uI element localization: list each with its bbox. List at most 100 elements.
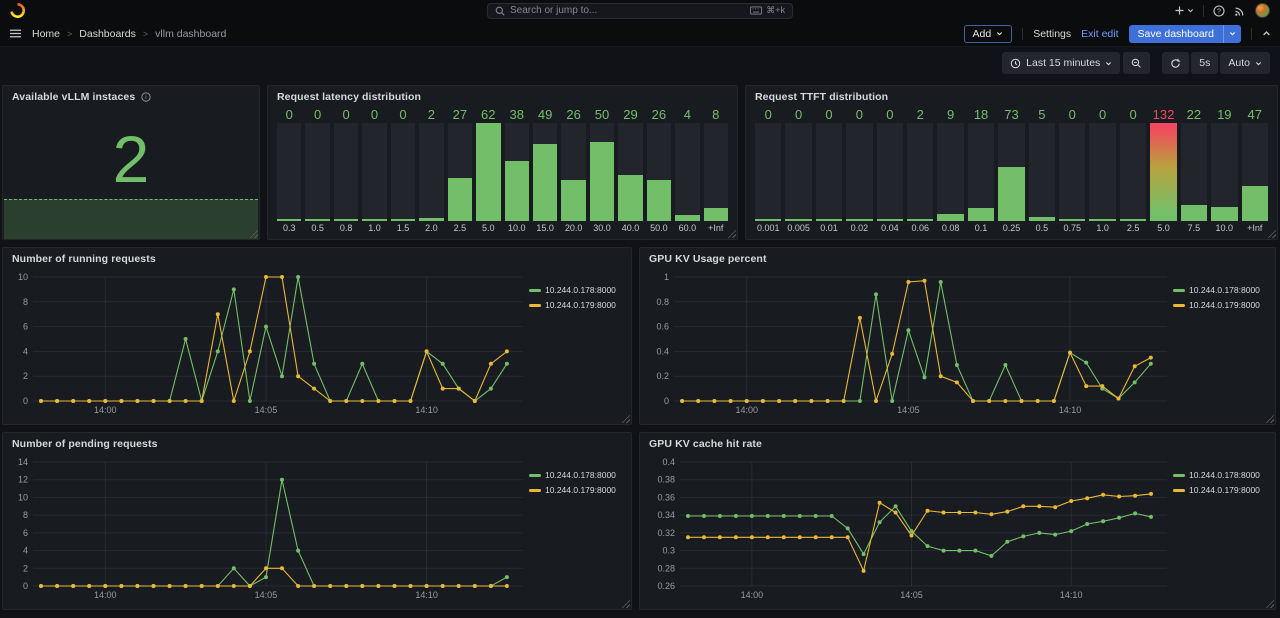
panel-title[interactable]: Number of running requests — [12, 253, 156, 265]
news-button[interactable] — [1234, 5, 1246, 17]
y-tick-label: 0.3 — [662, 546, 675, 556]
add-button[interactable]: Add — [964, 25, 1013, 43]
legend-label: 10.244.0.178:8000 — [1189, 470, 1260, 480]
bar-category-label: 1.0 — [1089, 221, 1115, 234]
data-point — [942, 511, 946, 515]
breadcrumb-dashboards[interactable]: Dashboards — [79, 28, 136, 40]
bar-category-label: 10.0 — [1211, 221, 1237, 234]
exit-edit-button[interactable]: Exit edit — [1081, 28, 1118, 40]
bar-track — [419, 123, 443, 221]
panel-title[interactable]: Request TTFT distribution — [755, 91, 888, 103]
data-point — [168, 399, 172, 403]
help-button[interactable]: ? — [1213, 5, 1225, 17]
bar-fill — [755, 219, 781, 221]
bar-track — [647, 123, 671, 221]
data-point — [1036, 399, 1040, 403]
menu-toggle-button[interactable] — [9, 27, 22, 40]
bar-category-label: 0.08 — [937, 221, 963, 234]
x-tick-label: 14:00 — [94, 590, 117, 600]
new-menu-button[interactable] — [1174, 5, 1194, 16]
breadcrumb-home[interactable]: Home — [32, 28, 60, 40]
info-icon[interactable]: i — [141, 92, 151, 102]
data-point — [248, 349, 252, 353]
legend-item[interactable]: 10.244.0.178:8000 — [529, 285, 625, 295]
auto-refresh-label: Auto — [1228, 57, 1250, 69]
bar-10.0: 3810.0 — [505, 106, 529, 234]
zoom-out-button[interactable] — [1123, 52, 1150, 74]
bar-fill — [877, 219, 903, 221]
save-options-button[interactable] — [1223, 25, 1241, 43]
avatar[interactable] — [1255, 3, 1270, 18]
bar-category-label: 10.0 — [505, 221, 529, 234]
data-point — [1101, 519, 1105, 523]
data-point — [1085, 496, 1089, 500]
bar-track — [1089, 123, 1115, 221]
legend-item[interactable]: 10.244.0.179:8000 — [1173, 300, 1269, 310]
data-point — [457, 584, 461, 588]
bar-track — [968, 123, 994, 221]
data-point — [184, 584, 188, 588]
data-point — [425, 584, 429, 588]
data-point — [344, 584, 348, 588]
panel-title[interactable]: GPU KV Usage percent — [649, 253, 767, 265]
auto-refresh-picker[interactable]: Auto — [1220, 52, 1270, 74]
bar-2.0: 22.0 — [419, 106, 443, 234]
panel-title[interactable]: Available vLLM instaces — [12, 91, 135, 103]
legend-item[interactable]: 10.244.0.178:8000 — [529, 470, 625, 480]
legend-item[interactable]: 10.244.0.179:8000 — [1173, 485, 1269, 495]
y-tick-label: 1 — [664, 272, 669, 282]
data-point — [680, 399, 684, 403]
grafana-logo[interactable] — [10, 3, 25, 18]
refresh-button[interactable] — [1162, 52, 1189, 74]
panel-title[interactable]: GPU KV cache hit rate — [649, 438, 762, 450]
legend-item[interactable]: 10.244.0.178:8000 — [1173, 285, 1269, 295]
series-color-dash — [529, 489, 541, 492]
bar-0.06: 20.06 — [907, 106, 933, 234]
collapse-toolbar-button[interactable] — [1262, 29, 1271, 38]
caret-down-icon — [996, 30, 1003, 37]
bar-category-label: 30.0 — [590, 221, 614, 234]
series-color-dash — [1173, 489, 1185, 492]
panel-running-requests: Number of running requests 024681014:001… — [2, 247, 632, 425]
bar-value-label: 49 — [533, 106, 557, 123]
bar-2.5: 02.5 — [1120, 106, 1146, 234]
bar-category-label: 2.0 — [419, 221, 443, 234]
y-tick-label: 0 — [664, 396, 669, 406]
data-point — [809, 399, 813, 403]
legend-item[interactable]: 10.244.0.179:8000 — [529, 300, 625, 310]
svg-text:?: ? — [1217, 8, 1221, 15]
data-point — [328, 584, 332, 588]
legend-item[interactable]: 10.244.0.178:8000 — [1173, 470, 1269, 480]
time-range-picker[interactable]: Last 15 minutes — [1002, 52, 1120, 74]
panel-title[interactable]: Number of pending requests — [12, 438, 158, 450]
data-point — [750, 514, 754, 518]
y-tick-label: 0 — [23, 396, 28, 406]
data-point — [734, 535, 738, 539]
refresh-interval-label[interactable]: 5s — [1191, 52, 1218, 74]
y-tick-label: 4 — [23, 346, 28, 356]
data-point — [718, 535, 722, 539]
bar-0.04: 00.04 — [877, 106, 903, 234]
data-point — [734, 514, 738, 518]
data-point — [890, 352, 894, 356]
bar-fill — [816, 219, 842, 221]
legend-item[interactable]: 10.244.0.179:8000 — [529, 485, 625, 495]
bar-track — [533, 123, 557, 221]
series-line — [682, 282, 1151, 401]
bar-fill — [305, 219, 329, 221]
search-input[interactable]: Search or jump to... ⌘+k — [487, 3, 793, 19]
settings-button[interactable]: Settings — [1033, 28, 1071, 40]
panel-title[interactable]: Request latency distribution — [277, 91, 421, 103]
data-point — [264, 325, 268, 329]
bar-fill — [334, 219, 358, 221]
bar-value-label: 29 — [618, 106, 642, 123]
data-point — [135, 584, 139, 588]
series-10.244.0.179:8000 — [39, 566, 509, 588]
save-dashboard-button[interactable]: Save dashboard — [1129, 25, 1241, 43]
data-point — [39, 584, 43, 588]
y-tick-label: 14 — [18, 457, 28, 467]
bar-track — [362, 123, 386, 221]
data-point — [232, 287, 236, 291]
data-point — [505, 584, 509, 588]
bar-0.02: 00.02 — [846, 106, 872, 234]
